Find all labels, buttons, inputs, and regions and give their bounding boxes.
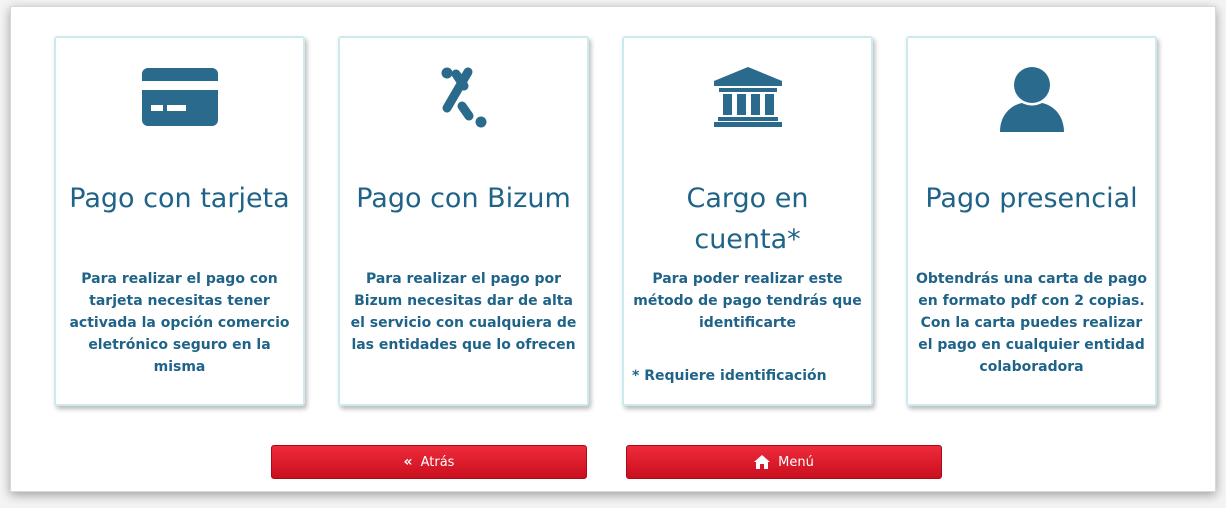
card-title: Pago con tarjeta [69,183,290,214]
back-button[interactable]: « Atrás [271,445,587,479]
card-cargo-cuenta[interactable]: Cargo en cuenta* Para poder realizar est… [622,36,873,406]
card-description: Para realizar el pago por Bizum necesita… [350,271,577,353]
bizum-icon [441,67,486,128]
card-title: Pago con Bizum [356,183,571,214]
payment-cards: Pago con tarjeta Para realizar el pago c… [54,36,1164,408]
card-pago-bizum[interactable]: Pago con Bizum Para realizar el pago por… [338,36,589,406]
credit-card-icon [141,68,218,126]
card-description: Obtendrás una carta de pago en formato p… [915,271,1148,375]
payment-options-panel: Pago con tarjeta Para realizar el pago c… [10,6,1216,492]
card-description: Para realizar el pago con tarjeta necesi… [69,271,290,375]
user-icon [999,67,1064,132]
card-pago-tarjeta[interactable]: Pago con tarjeta Para realizar el pago c… [54,36,305,406]
home-icon [754,455,771,469]
card-pago-presencial[interactable]: Pago presencial Obtendrás una carta de p… [906,36,1157,406]
menu-button-label: Menú [778,454,814,470]
card-title: Pago presencial [925,183,1138,214]
double-chevron-left-icon: « [403,454,413,470]
menu-button[interactable]: Menú [626,445,942,479]
card-description: Para poder realizar este método de pago … [633,271,862,331]
card-note: * Requiere identificación [632,368,827,384]
back-button-label: Atrás [420,454,455,470]
card-title: Cargo en cuenta* [686,183,809,255]
bank-icon [713,67,782,127]
